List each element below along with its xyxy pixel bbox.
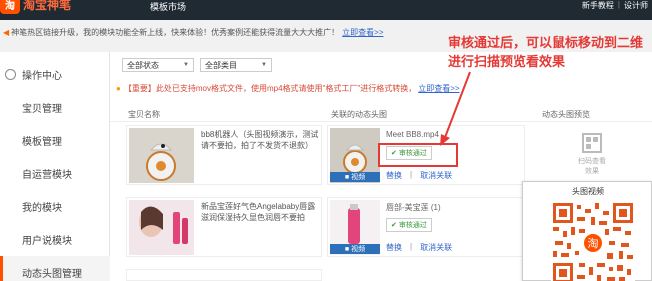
col-linked-header: 关联的动态头图 bbox=[331, 110, 387, 119]
popup-title: 头图视频 bbox=[572, 187, 604, 196]
sidebar: 操作中心 宝贝管理 模板管理 自运营模块 我的模块 用户说模块 动态头图管理 bbox=[0, 52, 110, 281]
col-header-preview: 动态头图预览 bbox=[542, 110, 590, 119]
unlink-link[interactable]: 取消关联 bbox=[420, 170, 452, 181]
sidebar-item-label: 模板管理 bbox=[22, 136, 62, 148]
col-product-name: 宝贝名称 bbox=[128, 110, 160, 119]
top-bar: 淘 淘宝神笔 模板市场 新手教程 | 设计师 bbox=[0, 0, 652, 20]
table-row bbox=[126, 269, 322, 281]
video-card: ■ 视频 唇部-美宝莲 (1) ✔ 审核通过 替换 | 取消关联 bbox=[327, 197, 525, 257]
row-actions: 替换 | 取消关联 bbox=[386, 170, 452, 181]
top-right-links: 新手教程 | 设计师 bbox=[582, 0, 648, 11]
sidebar-item-templates[interactable]: 模板管理 bbox=[0, 124, 110, 156]
sidebar-item-label: 宝贝管理 bbox=[22, 103, 62, 115]
logo[interactable]: 淘 淘宝神笔 bbox=[0, 0, 71, 14]
video-badge: ■ 视频 bbox=[330, 172, 380, 182]
megaphone-icon: ◀ bbox=[3, 27, 10, 37]
product-description: bb8机器人（头图视频演示，测试请不要拍，拍了不发货不退款） bbox=[201, 130, 319, 150]
preview-label: 扫码查看效果 bbox=[578, 158, 606, 175]
video-badge-label: 视频 bbox=[351, 174, 366, 181]
status-badge: ✔ 审核通过 bbox=[386, 218, 432, 232]
unlink-link[interactable]: 取消关联 bbox=[420, 242, 452, 253]
format-tip: ● 【重要】此处已支持mov格式文件，使用mp4格式请使用"格式工厂"进行格式转… bbox=[116, 83, 460, 94]
announcement-link[interactable]: 立即查看>> bbox=[342, 27, 383, 38]
divider: | bbox=[617, 0, 620, 9]
annotation-text: 审核通过后，可以鼠标移动到二维 进行扫描预览看效果 bbox=[448, 33, 652, 71]
link-tutorial[interactable]: 新手教程 bbox=[582, 0, 614, 11]
sidebar-item-dynamic-header[interactable]: 动态头图管理 bbox=[0, 256, 110, 281]
sidebar-item-label: 自运营模块 bbox=[22, 169, 72, 181]
divider: | bbox=[410, 242, 413, 251]
annotation-line-1: 审核通过后，可以鼠标移动到二维 bbox=[448, 35, 644, 50]
qrcode-icon bbox=[582, 133, 602, 153]
preview-qr-trigger[interactable]: 扫码查看效果 bbox=[577, 133, 607, 176]
sidebar-item-label: 动态头图管理 bbox=[22, 268, 82, 280]
product-description: 新品宝莲好气色Angelababy唇露 滋润保湿持久显色润唇不要拍 bbox=[201, 202, 316, 222]
lipstick-product-image bbox=[129, 200, 194, 255]
video-filename: Meet BB8.mp4 bbox=[386, 130, 439, 139]
video-badge-label: 视频 bbox=[351, 246, 366, 253]
highlight-box bbox=[378, 143, 458, 167]
annotation-line-2: 进行扫描预览看效果 bbox=[448, 54, 566, 69]
announcement-text: 神笔热区链接升级，我的模块功能全新上线，快来体验！优秀案例还能获得流量大大大推广… bbox=[11, 27, 340, 37]
logo-text: 淘宝神笔 bbox=[23, 0, 72, 12]
sidebar-item-label: 用户说模块 bbox=[22, 235, 72, 247]
sidebar-item-user-says[interactable]: 用户说模块 bbox=[0, 223, 110, 255]
category-filter-select[interactable]: 全部类目 ▼ bbox=[200, 58, 272, 72]
check-icon: ✔ bbox=[391, 222, 397, 229]
video-badge: ■ 视频 bbox=[330, 244, 380, 254]
qr-popup: 头图视频 淘 bbox=[522, 181, 652, 281]
divider: | bbox=[410, 170, 413, 179]
status-filter-value: 全部状态 bbox=[127, 60, 159, 70]
sidebar-item-my-modules[interactable]: 我的模块 bbox=[0, 190, 110, 222]
bb8-product-image bbox=[129, 128, 194, 183]
link-designer[interactable]: 设计师 bbox=[624, 0, 648, 11]
row-actions: 替换 | 取消关联 bbox=[386, 242, 452, 253]
lightbulb-icon: ● bbox=[116, 84, 121, 93]
status-text: 审核通过 bbox=[398, 222, 427, 229]
sidebar-item-self-operated[interactable]: 自运营模块 bbox=[0, 157, 110, 189]
chevron-down-icon: ▼ bbox=[261, 62, 267, 68]
replace-link[interactable]: 替换 bbox=[386, 170, 402, 181]
sidebar-item-operation-center[interactable]: 操作中心 bbox=[0, 58, 110, 90]
format-tip-link[interactable]: 立即查看>> bbox=[418, 83, 459, 94]
svg-text:淘: 淘 bbox=[588, 237, 599, 250]
table-header: 宝贝名称 关联的动态头图 动态头图预览 bbox=[110, 104, 652, 122]
dashboard-icon bbox=[5, 68, 16, 80]
sidebar-item-products[interactable]: 宝贝管理 bbox=[0, 91, 110, 123]
sidebar-item-label: 我的模块 bbox=[22, 202, 62, 214]
category-filter-value: 全部类目 bbox=[205, 60, 237, 70]
format-tip-text: 【重要】此处已支持mov格式文件，使用mp4格式请使用"格式工厂"进行格式转换， bbox=[123, 84, 417, 93]
status-filter-select[interactable]: 全部状态 ▼ bbox=[122, 58, 194, 72]
chevron-down-icon: ▼ bbox=[183, 62, 189, 68]
replace-link[interactable]: 替换 bbox=[386, 242, 402, 253]
sidebar-item-label: 操作中心 bbox=[22, 70, 62, 82]
video-filename: 唇部-美宝莲 (1) bbox=[386, 203, 441, 212]
table-row: 新品宝莲好气色Angelababy唇露 滋润保湿持久显色润唇不要拍 bbox=[126, 197, 322, 257]
taobao-logo-icon: 淘 bbox=[0, 0, 20, 14]
qrcode-image: 淘 bbox=[551, 201, 635, 281]
nav-template-market[interactable]: 模板市场 bbox=[150, 0, 186, 13]
table-row: bb8机器人（头图视频演示，测试请不要拍，拍了不发货不退款） bbox=[126, 125, 322, 185]
